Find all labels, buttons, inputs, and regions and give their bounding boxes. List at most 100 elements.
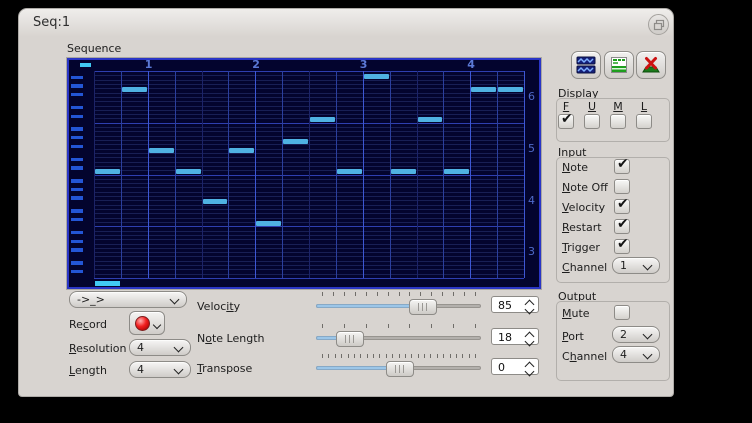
display-option-label-U: U (588, 100, 596, 113)
octave-label: 6 (528, 90, 535, 103)
length-combobox[interactable]: 4 (129, 361, 191, 378)
sequence-note[interactable] (283, 139, 308, 144)
slider-tick (373, 354, 374, 358)
keyboard-key-mark (71, 209, 83, 212)
spinbox-note-length[interactable]: 18 (491, 328, 539, 345)
input-channel-combobox[interactable]: 1 (612, 257, 660, 274)
input-checkbox-note[interactable] (614, 159, 630, 174)
chevron-down-icon (174, 343, 184, 353)
sequence-note[interactable] (95, 169, 120, 174)
slider-tick (430, 354, 431, 358)
spinbox-transpose[interactable]: 0 (491, 358, 539, 375)
spinbox-velocity[interactable]: 85 (491, 296, 539, 313)
desktop-background: Seq:1 Sequence 12346543 ->_> Record Reso… (0, 0, 752, 423)
sequence-note[interactable] (176, 169, 201, 174)
sequence-note[interactable] (310, 117, 335, 122)
slider-tick (464, 292, 465, 296)
slider-label-note-length: Note Length (197, 332, 265, 345)
port-combobox[interactable]: 2 (612, 326, 660, 343)
titlebar[interactable]: Seq:1 (19, 9, 673, 37)
record-button[interactable] (129, 311, 165, 335)
sequence-note[interactable] (229, 148, 254, 153)
input-checkbox-restart[interactable] (614, 219, 630, 234)
slider-tick (344, 324, 345, 328)
beat-number: 2 (252, 60, 260, 71)
sequence-note[interactable] (149, 148, 174, 153)
rename-button[interactable] (604, 51, 634, 79)
display-option-checkbox-U[interactable] (584, 114, 600, 129)
delete-button[interactable] (636, 51, 666, 79)
keyboard-key-mark (71, 93, 83, 96)
slider-tick (388, 324, 389, 328)
output-channel-combobox[interactable]: 4 (612, 346, 660, 363)
slider-tick (437, 354, 438, 358)
beat-number: 1 (145, 60, 153, 71)
sequence-note[interactable] (391, 169, 416, 174)
display-option-label-M: M (613, 100, 623, 113)
sequence-note[interactable] (203, 199, 228, 204)
sequence-note[interactable] (256, 221, 281, 226)
display-option-checkbox-M[interactable] (610, 114, 626, 129)
input-checkbox-velocity[interactable] (614, 199, 630, 214)
slider-tick (355, 292, 356, 296)
slider-tick (322, 354, 323, 358)
sequence-note[interactable] (364, 74, 389, 79)
slider-tick (443, 354, 444, 358)
red-cross-icon (641, 56, 661, 74)
sequence-note[interactable] (471, 87, 496, 92)
spinbox-value: 0 (498, 361, 505, 374)
sequence-note[interactable] (337, 169, 362, 174)
slider-handle-note-length[interactable] (336, 331, 364, 347)
input-checkbox-label: Restart (562, 221, 602, 234)
mute-label: Mute (562, 307, 590, 320)
sequence-note[interactable] (418, 117, 443, 122)
chevron-down-icon (153, 321, 161, 329)
slider-tick (366, 292, 367, 296)
input-channel-label: Channel (562, 261, 607, 274)
sequence-note[interactable] (498, 87, 523, 92)
slider-tick (379, 354, 380, 358)
display-option-checkbox-F[interactable] (558, 114, 574, 129)
input-checkbox-note-off[interactable] (614, 179, 630, 194)
slider-tick (392, 354, 393, 358)
beat-number: 4 (467, 60, 475, 71)
octave-label: 3 (528, 245, 535, 258)
restore-button[interactable] (648, 14, 669, 35)
resolution-label: Resolution (69, 342, 126, 355)
length-label: Length (69, 364, 107, 377)
slider-tick (348, 354, 349, 358)
loop-marker[interactable] (80, 63, 91, 67)
direction-value: ->_> (77, 293, 105, 306)
spinner-down-icon[interactable] (525, 337, 535, 347)
wave-icon (576, 56, 596, 74)
piano-roll-grid[interactable]: 12346543 (69, 60, 539, 287)
slider-tick (386, 354, 387, 358)
display-option-checkbox-L[interactable] (636, 114, 652, 129)
keyboard-key-mark (71, 270, 83, 273)
mute-checkbox[interactable] (614, 305, 630, 320)
keyboard-key-mark (71, 127, 83, 130)
keyboard-key-mark (71, 166, 83, 169)
spinner-down-icon[interactable] (525, 367, 535, 377)
slider-tick (431, 324, 432, 328)
slider-handle-transpose[interactable] (386, 361, 414, 377)
piano-roll-display[interactable]: 12346543 (67, 58, 541, 289)
slider-tick (475, 354, 476, 358)
clone-button[interactable] (571, 51, 601, 79)
chevron-down-icon (170, 295, 180, 305)
slider-tick (442, 292, 443, 296)
input-checkbox-label: Note Off (562, 181, 608, 194)
slider-handle-velocity[interactable] (409, 299, 437, 315)
sequence-note[interactable] (122, 87, 147, 92)
slider-tick (341, 354, 342, 358)
keyboard-key-mark (71, 196, 83, 199)
sequence-note[interactable] (444, 169, 469, 174)
slider-tick (399, 354, 400, 358)
direction-combobox[interactable]: ->_> (69, 291, 187, 308)
slider-tick (453, 324, 454, 328)
keyboard-key-mark (71, 136, 83, 139)
resolution-combobox[interactable]: 4 (129, 339, 191, 356)
slider-tick (453, 292, 454, 296)
spinner-down-icon[interactable] (525, 305, 535, 315)
input-checkbox-trigger[interactable] (614, 239, 630, 254)
